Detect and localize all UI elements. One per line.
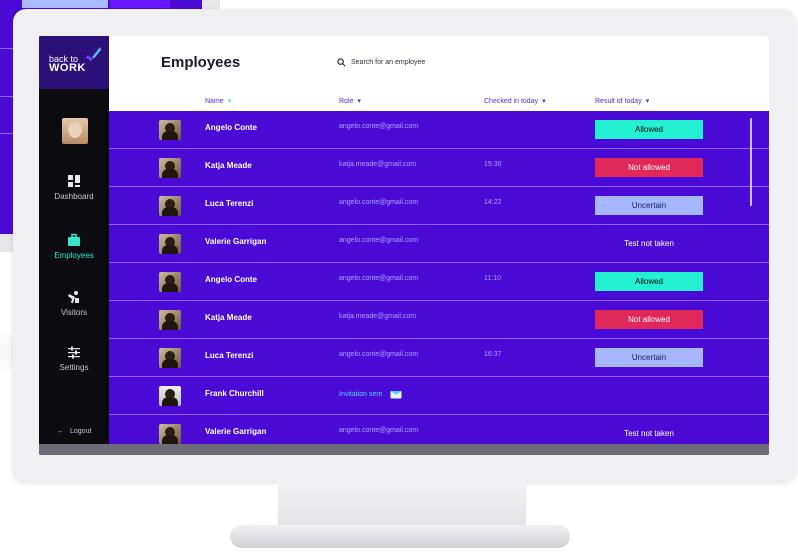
envelope-icon bbox=[390, 391, 402, 399]
employee-avatar bbox=[159, 348, 181, 368]
sidebar-item-dashboard[interactable]: Dashboard bbox=[39, 174, 109, 201]
employee-avatar-placeholder bbox=[159, 386, 181, 406]
sidebar-item-visitors[interactable]: Visitors bbox=[39, 290, 109, 317]
page-title: Employees bbox=[161, 54, 241, 71]
status-badge: Not allowed bbox=[595, 310, 703, 329]
grid-icon bbox=[68, 175, 80, 187]
employee-email: angelo.conte@gmail.com bbox=[339, 199, 419, 206]
sidebar-item-settings[interactable]: Settings bbox=[39, 345, 109, 372]
logout-label: Logout bbox=[70, 428, 92, 435]
employee-avatar bbox=[159, 234, 181, 254]
checked-in-time: 11:10 bbox=[484, 275, 501, 282]
arrow-left-icon: ← bbox=[57, 428, 64, 435]
employee-avatar bbox=[159, 120, 181, 140]
sidebar-item-employees[interactable]: Employees bbox=[39, 233, 109, 260]
monitor-frame: back to WORK Dashboard Employees Visitor… bbox=[13, 9, 796, 481]
check-tick-icon bbox=[85, 46, 102, 62]
employee-email: angelo.conte@gmail.com bbox=[339, 427, 419, 434]
table-row[interactable]: Valerie Garrigan angelo.conte@gmail.com … bbox=[109, 225, 769, 263]
sidebar-item-label: Dashboard bbox=[54, 192, 94, 201]
monitor-stand bbox=[278, 481, 526, 525]
sort-caret-icon: ▾ bbox=[357, 98, 361, 105]
search-input[interactable]: Search for an employee bbox=[337, 58, 425, 67]
employee-name: Katja Meade bbox=[205, 161, 252, 170]
table-row[interactable]: Angelo Conte angelo.conte@gmail.com Allo… bbox=[109, 111, 769, 149]
brand-logo[interactable]: back to WORK bbox=[39, 36, 109, 89]
status-badge: Test not taken bbox=[624, 239, 674, 248]
column-header-label: Role bbox=[339, 98, 354, 105]
status-badge: Uncertain bbox=[595, 196, 703, 215]
employee-avatar bbox=[159, 424, 181, 444]
sidebar: back to WORK Dashboard Employees Visitor… bbox=[39, 36, 109, 444]
employee-name: Luca Terenzi bbox=[205, 199, 254, 208]
employee-email: angelo.conte@gmail.com bbox=[339, 237, 419, 244]
column-header-role[interactable]: Role ▾ bbox=[339, 97, 361, 105]
briefcase-icon bbox=[68, 233, 80, 246]
sidebar-item-label: Visitors bbox=[60, 308, 88, 317]
user-avatar[interactable] bbox=[62, 118, 88, 144]
employee-name: Katja Meade bbox=[205, 313, 252, 322]
sliders-icon bbox=[68, 346, 80, 359]
employee-name: Angelo Conte bbox=[205, 275, 257, 284]
brand-line-2: WORK bbox=[49, 62, 86, 74]
table-row[interactable]: Valerie Garrigan angelo.conte@gmail.com … bbox=[109, 415, 769, 444]
sort-caret-icon: ▾ bbox=[227, 98, 232, 105]
employee-avatar bbox=[159, 272, 181, 292]
sidebar-item-label: Settings bbox=[59, 363, 89, 372]
employee-email: angelo.conte@gmail.com bbox=[339, 351, 419, 358]
status-badge: Allowed bbox=[595, 272, 703, 291]
column-header-result[interactable]: Result of today ▾ bbox=[595, 97, 649, 105]
sidebar-item-label: Employees bbox=[54, 251, 94, 260]
background-status-badge: Uncertain bbox=[22, 0, 108, 8]
background-cta bbox=[110, 0, 170, 8]
topbar: Employees Search for an employee bbox=[109, 36, 769, 89]
column-header-label: Checked in today bbox=[484, 98, 539, 105]
invitation-status: Invitation sent bbox=[339, 389, 402, 399]
employee-email: angelo.conte@gmail.com bbox=[339, 275, 419, 282]
column-header-checked-in[interactable]: Checked in today ▾ bbox=[484, 97, 546, 105]
table-row[interactable]: Katja Meade katja.meade@gmail.com 15:30 … bbox=[109, 149, 769, 187]
table-header: Name ▾ Role ▾ Checked in today ▾ Result of … bbox=[109, 89, 769, 111]
sort-caret-icon: ▾ bbox=[645, 98, 650, 105]
table-row[interactable]: Luca Terenzi angelo.conte@gmail.com 16:3… bbox=[109, 339, 769, 377]
employee-name: Luca Terenzi bbox=[205, 351, 254, 360]
invitation-label: Invitation sent bbox=[339, 390, 383, 398]
search-placeholder: Search for an employee bbox=[351, 59, 426, 66]
checked-in-time: 16:37 bbox=[484, 351, 502, 358]
table-row[interactable]: Katja Meade katja.meade@gmail.com Not al… bbox=[109, 301, 769, 339]
monitor-screen: back to WORK Dashboard Employees Visitor… bbox=[39, 36, 769, 455]
employee-name: Valerie Garrigan bbox=[205, 237, 267, 246]
employee-name: Frank Churchill bbox=[205, 389, 264, 398]
column-header-name[interactable]: Name ▾ bbox=[205, 97, 231, 105]
visitor-icon bbox=[68, 291, 79, 303]
checked-in-time: 15:30 bbox=[484, 161, 502, 168]
employee-email: angelo.conte@gmail.com bbox=[339, 123, 419, 130]
table-row[interactable]: Frank Churchill Invitation sent bbox=[109, 377, 769, 415]
employee-table-body: Angelo Conte angelo.conte@gmail.com Allo… bbox=[109, 111, 769, 444]
employee-name: Angelo Conte bbox=[205, 123, 257, 132]
employee-email: katja.meade@gmail.com bbox=[339, 161, 417, 168]
search-icon bbox=[337, 58, 346, 67]
status-badge: Not allowed bbox=[595, 158, 703, 177]
employee-email: katja.meade@gmail.com bbox=[339, 313, 417, 320]
column-header-label: Result of today bbox=[595, 98, 642, 105]
employee-name: Valerie Garrigan bbox=[205, 427, 267, 436]
sort-caret-icon: ▾ bbox=[542, 98, 546, 105]
checked-in-time: 14:22 bbox=[484, 199, 502, 206]
status-badge: Test not taken bbox=[624, 429, 674, 438]
status-badge: Uncertain bbox=[595, 348, 703, 367]
status-badge: Allowed bbox=[595, 120, 703, 139]
employees-app: back to WORK Dashboard Employees Visitor… bbox=[39, 36, 769, 444]
employee-avatar bbox=[159, 310, 181, 330]
table-scrollbar[interactable] bbox=[750, 118, 752, 206]
column-header-label: Name bbox=[205, 98, 224, 105]
monitor-base bbox=[230, 525, 570, 548]
logout-button[interactable]: ← Logout bbox=[57, 428, 91, 435]
screen-bottom-strip bbox=[39, 444, 769, 455]
employee-avatar bbox=[159, 158, 181, 178]
table-row[interactable]: Angelo Conte angelo.conte@gmail.com 11:1… bbox=[109, 263, 769, 301]
employee-avatar bbox=[159, 196, 181, 216]
table-row[interactable]: Luca Terenzi angelo.conte@gmail.com 14:2… bbox=[109, 187, 769, 225]
